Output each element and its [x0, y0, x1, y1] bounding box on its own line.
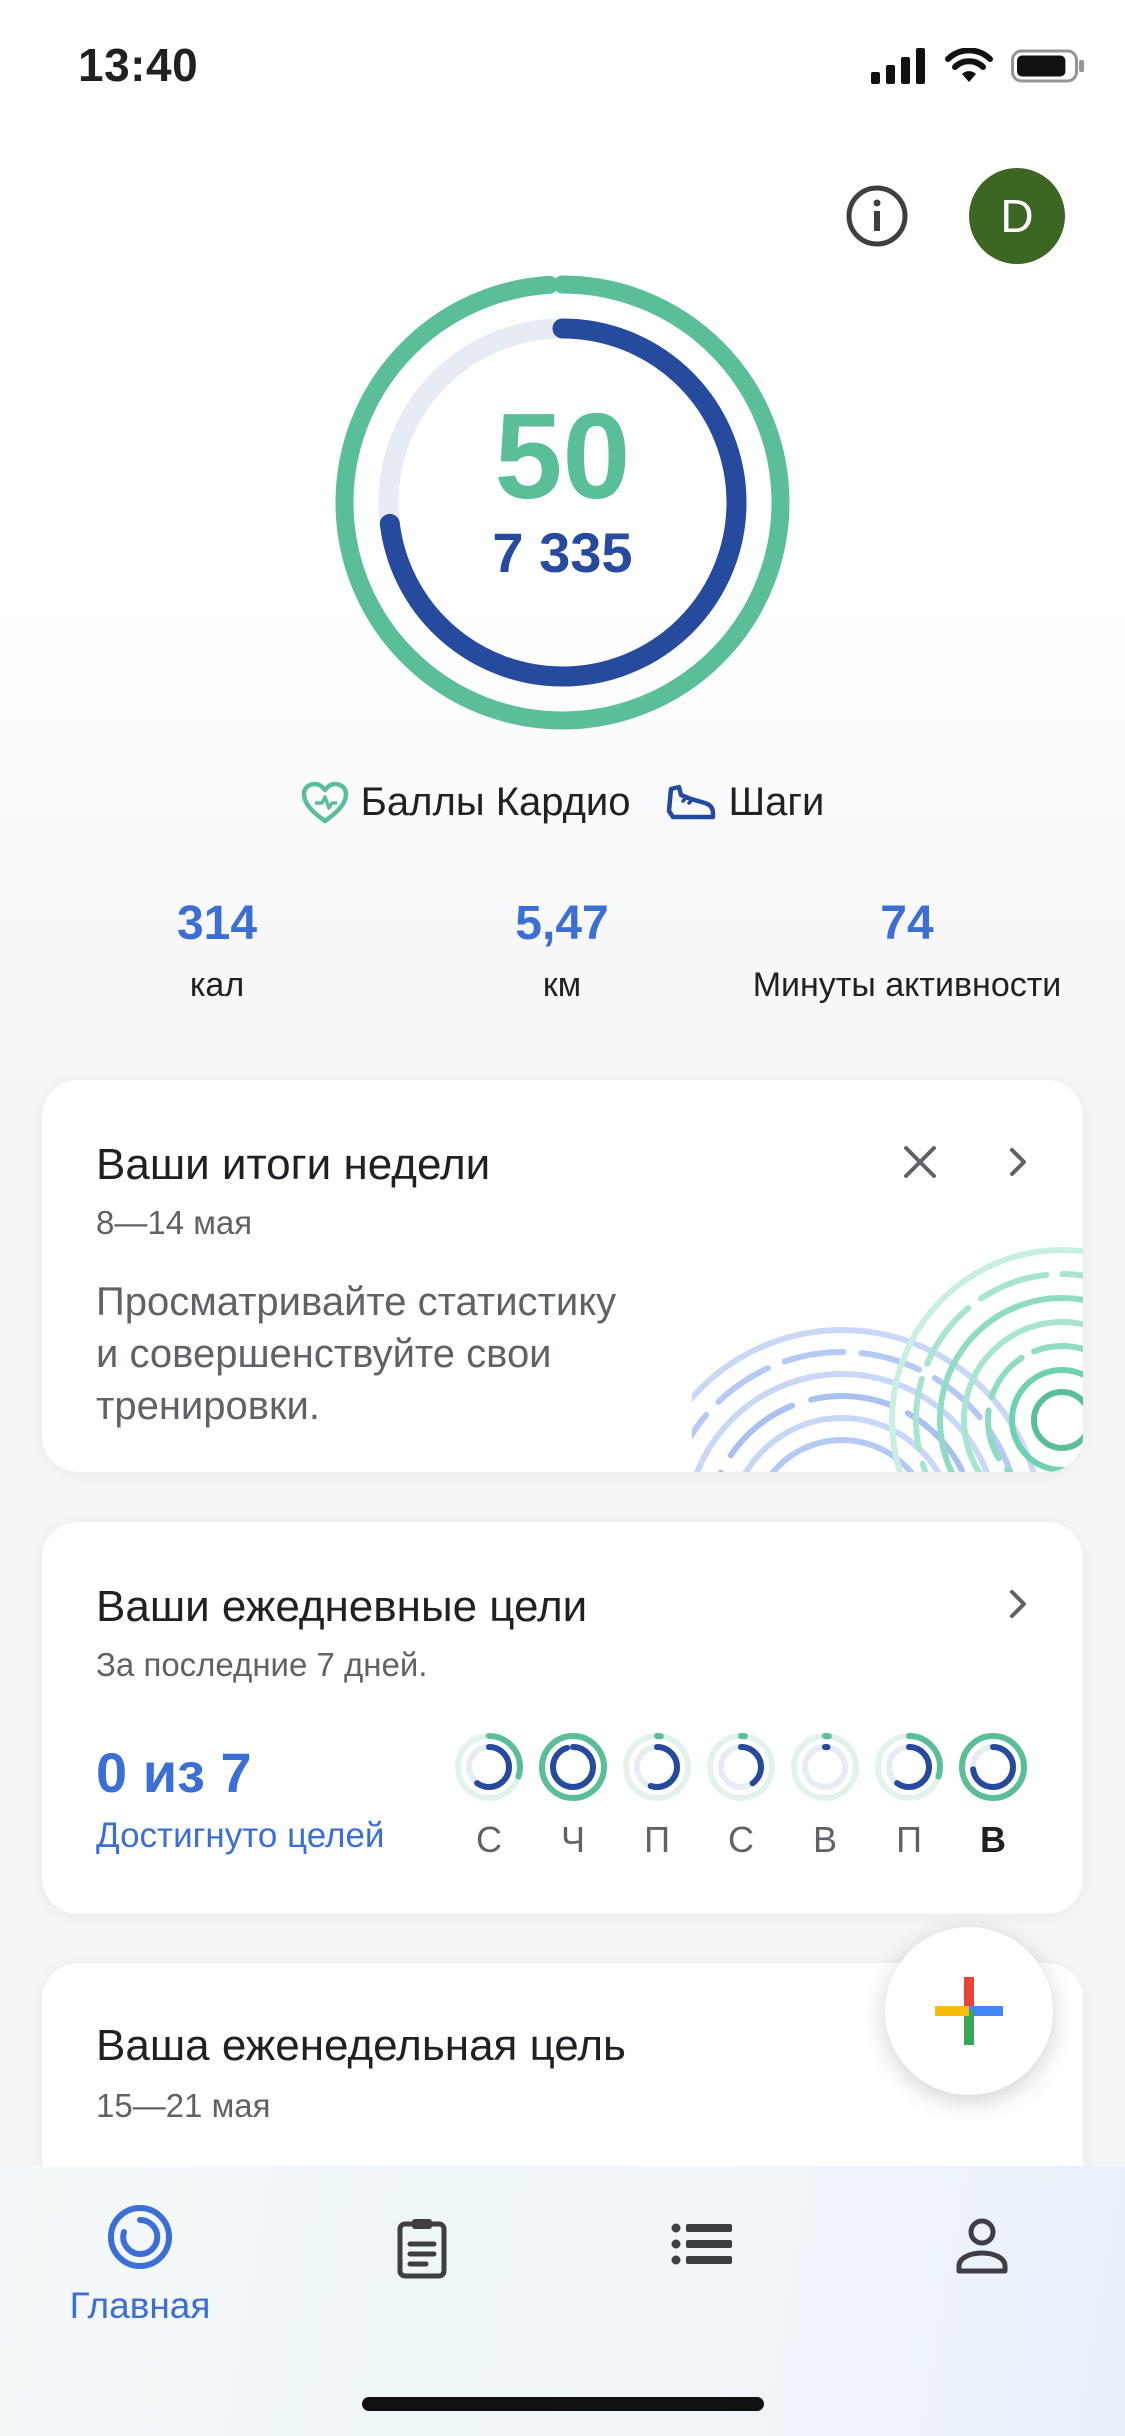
chevron-right-icon[interactable]	[1004, 1142, 1034, 1182]
nav-profile[interactable]	[882, 2216, 1082, 2281]
weekly-summary-line: тренировки.	[96, 1384, 320, 1428]
day-label: В	[812, 1819, 837, 1860]
nav-browse[interactable]	[602, 2222, 802, 2271]
cardio-points-value: 50	[494, 388, 631, 524]
clipboard-icon	[397, 2219, 447, 2279]
stat-calories-value: 314	[176, 897, 258, 950]
day-label: П	[896, 1819, 922, 1860]
day-goal-item: Ч	[538, 1732, 608, 1861]
day-label: П	[644, 1819, 670, 1860]
status-bar: 13:40	[0, 0, 1125, 140]
wifi-icon	[945, 48, 993, 82]
legend-cardio-label: Баллы Кардио	[360, 780, 631, 824]
heart-icon	[301, 781, 348, 823]
day-goal-item: П	[874, 1732, 944, 1861]
chevron-right-icon[interactable]	[1004, 1584, 1034, 1624]
weekly-summary-card[interactable]: Ваши итоги недели 8—14 мая Просматривайт…	[42, 1080, 1083, 1472]
nav-journal[interactable]	[322, 2216, 522, 2285]
weekly-summary-date: 8—14 мая	[96, 1204, 253, 1241]
close-icon[interactable]	[900, 1142, 940, 1182]
nav-home[interactable]: Главная	[40, 2202, 240, 2327]
stat-calories[interactable]: 314 кал	[117, 900, 317, 1005]
day-label: В	[980, 1819, 1006, 1860]
day-goal-rings	[623, 1733, 691, 1801]
home-indicator	[362, 2397, 764, 2411]
stat-distance-value: 5,47	[515, 897, 609, 950]
weekly-summary-line: Просматривайте статистику	[96, 1280, 617, 1324]
info-icon	[846, 185, 908, 247]
day-label: С	[476, 1819, 502, 1860]
cellular-signal-icon	[871, 48, 925, 84]
day-goal-rings	[539, 1733, 607, 1801]
stat-active-minutes[interactable]: 74 Минуты активности	[727, 900, 1087, 1005]
avatar[interactable]: D	[969, 168, 1065, 264]
goals-achieved-count: 0 из 7	[96, 1741, 252, 1804]
day-goal-item: В	[790, 1732, 860, 1861]
stat-distance[interactable]: 5,47 км	[462, 900, 662, 1005]
legend-cardio: Баллы Кардио	[301, 780, 631, 825]
home-rings-icon	[108, 2205, 172, 2269]
day-goal-item: В	[958, 1732, 1028, 1861]
ring-values: 50 7 335	[335, 275, 790, 730]
daily-goals-title: Ваши ежедневные цели	[96, 1582, 588, 1631]
day-label: Ч	[561, 1819, 585, 1860]
day-goal-rings	[875, 1733, 943, 1801]
day-label: С	[728, 1819, 754, 1860]
rings-legend: Баллы Кардио Шаги	[0, 780, 1125, 825]
info-button[interactable]	[841, 180, 913, 252]
day-goal-rings	[791, 1733, 859, 1801]
day-goal-item: С	[706, 1732, 776, 1861]
day-goal-rings	[455, 1733, 523, 1801]
weekly-goal-title: Ваша еженедельная цель	[96, 2021, 626, 2070]
bottom-navigation: Главная	[0, 2166, 1125, 2436]
stat-calories-label: кал	[189, 966, 245, 1004]
legend-steps-label: Шаги	[728, 780, 825, 824]
weekly-summary-title: Ваши итоги недели	[96, 1140, 491, 1189]
day-goal-item: П	[622, 1732, 692, 1861]
weekly-goal-date: 15—21 мая	[96, 2087, 271, 2124]
daily-goals-subtitle: За последние 7 дней.	[96, 1646, 428, 1683]
status-time: 13:40	[78, 39, 199, 91]
list-icon	[671, 2223, 732, 2265]
shoe-icon	[666, 784, 715, 819]
steps-value: 7 335	[492, 521, 633, 584]
day-goal-rings	[959, 1733, 1027, 1801]
battery-icon	[1011, 49, 1084, 83]
status-icons	[871, 48, 1085, 84]
day-steps-ring	[550, 1744, 596, 1790]
add-activity-button[interactable]	[885, 1927, 1053, 2095]
daily-stats: 314 кал 5,47 км 74 Минуты активности	[0, 900, 1125, 1010]
decorative-arcs-illustration	[692, 1247, 1083, 1472]
stat-distance-label: км	[542, 966, 582, 1004]
header-actions: D	[841, 168, 1065, 264]
person-icon	[956, 2218, 1008, 2274]
goals-achieved-caption: Достигнуто целей	[96, 1816, 385, 1855]
stat-active-minutes-value: 74	[880, 897, 934, 950]
daily-goals-card[interactable]: Ваши ежедневные цели За последние 7 дней…	[42, 1522, 1083, 1914]
plus-icon	[935, 1977, 1003, 2045]
weekly-summary-body: Просматривайте статистику и совершенству…	[96, 1276, 736, 1432]
nav-home-label: Главная	[69, 2285, 211, 2326]
day-goal-rings	[707, 1733, 775, 1801]
weekly-summary-line: и совершенствуйте свои	[96, 1332, 552, 1376]
legend-steps: Шаги	[665, 780, 825, 825]
avatar-letter: D	[1000, 190, 1034, 242]
day-goal-item: С	[454, 1732, 524, 1861]
stat-active-minutes-label: Минуты активности	[752, 966, 1062, 1004]
